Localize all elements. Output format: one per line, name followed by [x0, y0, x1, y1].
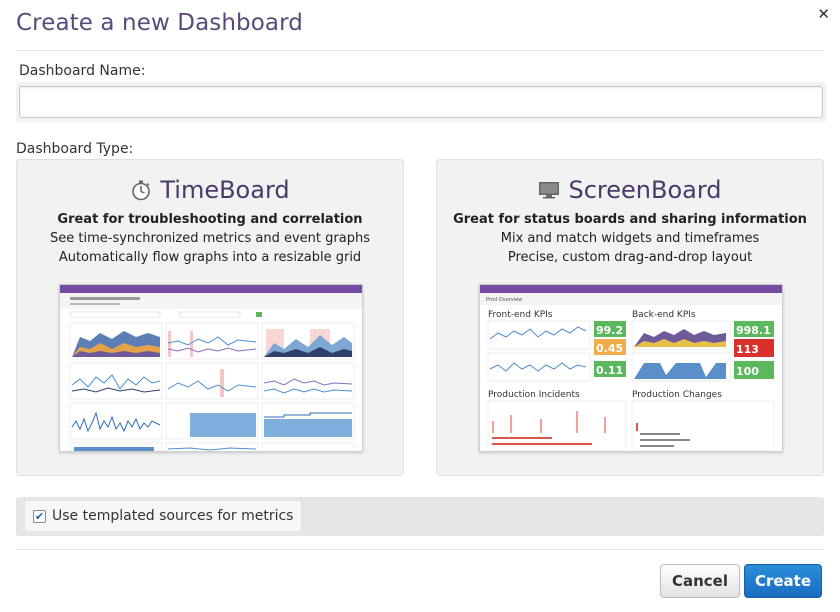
timeboard-description-2: Automatically flow graphs into a resizab… [58, 250, 362, 265]
timeboard-subtitle: Great for troubleshooting and correlatio… [57, 212, 363, 227]
create-dashboard-dialog: Create a new Dashboard ✕ Dashboard Name:… [0, 0, 840, 612]
dialog-title: Create a new Dashboard [16, 10, 303, 36]
screenboard-description-2: Precise, custom drag-and-drop layout [507, 250, 753, 265]
preview-tab: Prod Overview [486, 297, 522, 303]
footer-divider [16, 549, 824, 550]
stopwatch-icon [130, 179, 152, 201]
dashboard-name-label: Dashboard Name: [19, 63, 146, 79]
preview-value-6: 100 [736, 365, 759, 378]
screenboard-option[interactable]: ScreenBoard Great for status boards and … [436, 159, 824, 476]
preview-backend-title: Back-end KPIs [632, 310, 696, 320]
preview-value-4: 998.1 [736, 324, 771, 337]
preview-incidents-title: Production Incidents [488, 390, 580, 400]
preview-value-1: 99.2 [596, 324, 623, 337]
timeboard-option[interactable]: TimeBoard Great for troubleshooting and … [16, 159, 404, 476]
dashboard-name-input[interactable] [19, 86, 823, 118]
dashboard-type-label: Dashboard Type: [16, 141, 134, 157]
screenboard-description-1: Mix and match widgets and timeframes [500, 231, 760, 246]
screenboard-title-text: ScreenBoard [568, 176, 722, 204]
preview-header-bar [480, 285, 782, 293]
templated-sources-option[interactable]: ✔ Use templated sources for metrics [25, 501, 302, 531]
preview-frontend-title: Front-end KPIs [488, 310, 553, 320]
templated-sources-checkbox[interactable]: ✔ [33, 509, 46, 523]
timeboard-title: TimeBoard [17, 176, 403, 204]
screenboard-title: ScreenBoard [437, 176, 823, 204]
preview-header-bar [60, 285, 362, 293]
screenboard-subtitle: Great for status boards and sharing info… [453, 212, 807, 227]
screenboard-preview-image: Prod Overview Front-end KPIs Back-end KP… [479, 284, 783, 452]
preview-changes-title: Production Changes [632, 390, 722, 400]
timeboard-description-1: See time-synchronized metrics and event … [50, 231, 370, 246]
preview-value-2: 0.45 [596, 342, 623, 355]
timeboard-preview-graphs [60, 293, 362, 451]
cancel-button[interactable]: Cancel [660, 564, 740, 598]
timeboard-title-text: TimeBoard [160, 176, 290, 204]
preview-value-5: 113 [736, 343, 759, 356]
screenboard-preview-widgets: Prod Overview Front-end KPIs Back-end KP… [480, 293, 782, 451]
header-divider [16, 50, 824, 51]
preview-value-3: 0.11 [596, 364, 623, 377]
templated-sources-label: Use templated sources for metrics [52, 508, 294, 524]
monitor-icon [538, 179, 560, 201]
close-icon[interactable]: ✕ [817, 5, 830, 23]
create-button[interactable]: Create [744, 564, 822, 598]
timeboard-preview-image [59, 284, 363, 452]
